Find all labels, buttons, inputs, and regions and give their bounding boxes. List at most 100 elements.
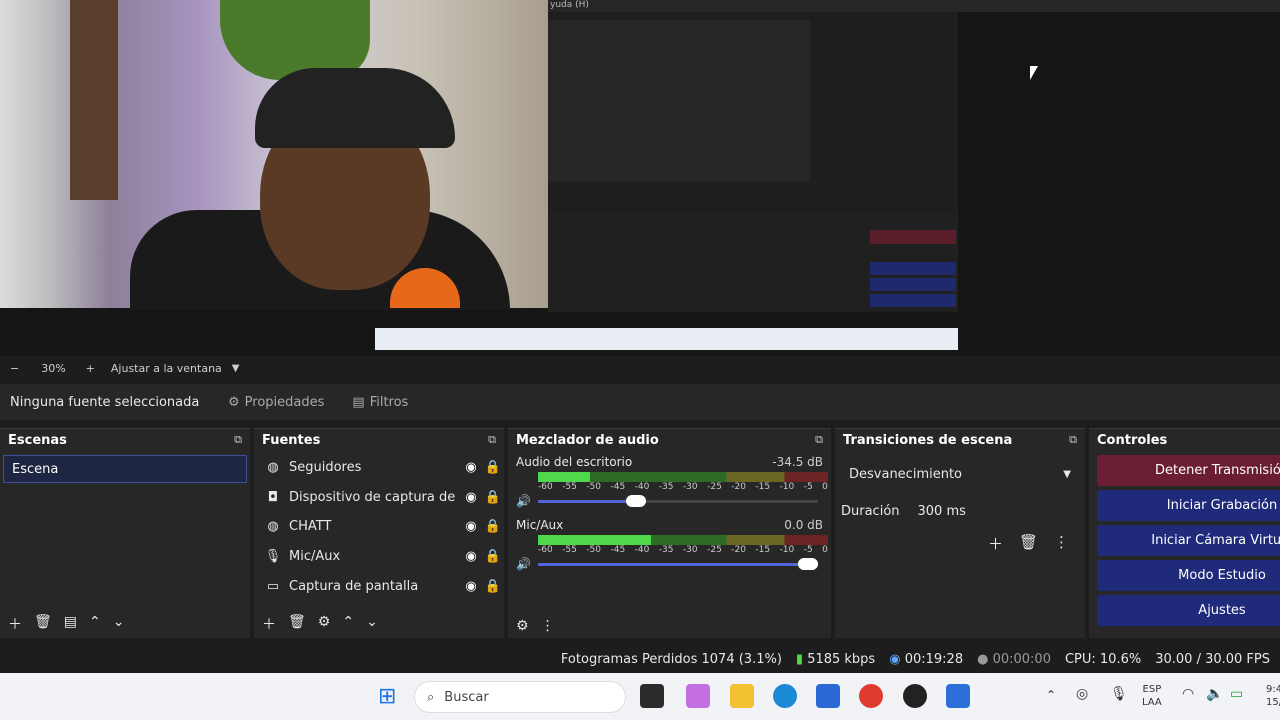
- trash-icon[interactable]: 🗑: [288, 614, 306, 634]
- eye-icon[interactable]: ◉: [460, 460, 482, 475]
- dropped-frames: Fotogramas Perdidos 1074 (3.1%): [560, 651, 782, 667]
- source-name: Mic/Aux: [289, 549, 341, 565]
- eye-icon[interactable]: ◉: [460, 490, 482, 505]
- zoom-in-button[interactable]: +: [86, 362, 95, 375]
- microphone-icon[interactable]: 🎙: [1110, 686, 1128, 702]
- chevron-up-icon[interactable]: ⌃: [342, 614, 354, 634]
- undock-icon[interactable]: ⧉: [1069, 433, 1077, 447]
- source-name: CHATT: [289, 519, 332, 535]
- network-icon[interactable]: ◎: [1076, 686, 1088, 702]
- source-row[interactable]: ◍ CHATT ◉ 🔒: [254, 512, 504, 542]
- eye-icon[interactable]: ◉: [460, 519, 482, 534]
- taskbar-search[interactable]: ⌕ Buscar: [414, 681, 626, 713]
- fps-status: 30.00 / 30.00 FPS: [1155, 651, 1270, 667]
- lock-icon[interactable]: 🔒: [482, 460, 504, 475]
- lock-icon[interactable]: 🔒: [482, 519, 504, 534]
- volume-knob[interactable]: [626, 494, 647, 507]
- sources-dock: Fuentes ⧉ ◍ Seguidores ◉ 🔒 ◘ Dispositivo de c…: [254, 428, 504, 638]
- filter-icon[interactable]: ▤: [64, 614, 77, 634]
- volume-slider[interactable]: [538, 557, 818, 570]
- volume-knob[interactable]: [798, 557, 818, 570]
- zoom-dropdown-icon[interactable]: ▼: [232, 363, 240, 374]
- source-row[interactable]: ◍ Seguidores ◉ 🔒: [254, 453, 504, 483]
- captured-menu-bar: yuda (H): [548, 0, 1280, 12]
- kebab-menu-icon[interactable]: ⋮: [1054, 533, 1069, 554]
- eye-icon[interactable]: ◉: [460, 549, 482, 564]
- chevron-up-icon[interactable]: ⌃: [1046, 688, 1056, 702]
- chevron-up-icon[interactable]: ⌃: [89, 614, 101, 634]
- scene-item[interactable]: Escena: [3, 455, 247, 483]
- eye-icon[interactable]: ◉: [460, 579, 482, 594]
- undock-icon[interactable]: ⧉: [234, 433, 242, 447]
- scenes-dock: Escenas ⧉ Escena ＋ 🗑 ▤ ⌃ ⌄: [0, 428, 250, 638]
- store-icon[interactable]: [816, 684, 840, 708]
- stream-time: ◉ 00:19:28: [889, 652, 963, 667]
- windows-start-icon[interactable]: ⊞: [378, 684, 396, 709]
- zoom-out-button[interactable]: −: [10, 362, 19, 375]
- settings-button[interactable]: Ajustes: [1097, 595, 1280, 626]
- chevron-down-icon[interactable]: ⌄: [366, 614, 378, 634]
- battery-icon[interactable]: ▭: [1230, 686, 1243, 702]
- start-virtual-camera-button[interactable]: Iniciar Cámara Virtual: [1097, 525, 1280, 556]
- mixer-settings-icon[interactable]: ⚙: [516, 618, 529, 634]
- volume-icon[interactable]: 🔈: [1206, 686, 1223, 702]
- speaker-icon[interactable]: 🔊: [516, 557, 538, 571]
- meter-tick-label: -5: [803, 545, 813, 555]
- source-row[interactable]: 🎙 Mic/Aux ◉ 🔒: [254, 542, 504, 572]
- source-toolbar: Ninguna fuente seleccionada ⚙ Propiedade…: [0, 384, 1280, 420]
- filters-button[interactable]: ▤ Filtros: [342, 389, 418, 416]
- clock-date: 15/: [1266, 697, 1280, 708]
- lock-icon[interactable]: 🔒: [482, 579, 504, 594]
- studio-mode-button[interactable]: Modo Estudio: [1097, 560, 1280, 591]
- lock-icon[interactable]: 🔒: [482, 549, 504, 564]
- gear-icon[interactable]: ⚙: [318, 614, 331, 634]
- chrome-icon[interactable]: [859, 684, 883, 708]
- source-row[interactable]: ▭ Captura de pantalla ◉ 🔒: [254, 571, 504, 601]
- language-indicator[interactable]: ESP LAA: [1142, 683, 1162, 709]
- meter-tick-label: -20: [731, 545, 746, 555]
- meter-tick-label: -60: [538, 482, 553, 492]
- scene-transitions-dock: Transiciones de escena ⧉ Desvanecimiento ▼…: [835, 428, 1085, 638]
- captured-control-button: [870, 278, 956, 291]
- gear-icon: ⚙: [228, 394, 240, 410]
- channel-name: Audio del escritorio: [516, 455, 633, 469]
- globe-icon: ◍: [267, 460, 279, 476]
- copilot-icon[interactable]: [686, 684, 710, 708]
- speaker-icon[interactable]: 🔊: [516, 494, 538, 508]
- obs-icon[interactable]: [903, 684, 927, 708]
- taskview-icon[interactable]: [640, 684, 664, 708]
- properties-button[interactable]: ⚙ Propiedades: [218, 389, 334, 416]
- kebab-menu-icon[interactable]: ⋮: [541, 618, 555, 634]
- start-recording-button[interactable]: Iniciar Grabación: [1097, 490, 1280, 521]
- transition-select[interactable]: Desvanecimiento ▼: [841, 459, 1079, 489]
- app-icon[interactable]: [946, 684, 970, 708]
- duration-input[interactable]: 300 ms: [909, 497, 1080, 525]
- undock-icon[interactable]: ⧉: [488, 433, 496, 447]
- lock-icon[interactable]: 🔒: [482, 490, 504, 505]
- add-source-icon[interactable]: ＋: [262, 614, 276, 634]
- controls-dock: Controles Detener Transmisión Iniciar Gr…: [1089, 428, 1280, 638]
- volume-slider[interactable]: [538, 494, 818, 507]
- wifi-icon[interactable]: ◠: [1182, 686, 1194, 702]
- add-transition-icon[interactable]: ＋: [988, 533, 1003, 554]
- meter-tick-label: -15: [755, 482, 771, 492]
- clock[interactable]: 9:41 15/: [1266, 683, 1280, 709]
- add-scene-icon[interactable]: ＋: [8, 614, 22, 634]
- chevron-down-icon[interactable]: ⌄: [113, 614, 125, 634]
- fit-window-button[interactable]: Ajustar a la ventana: [111, 362, 222, 375]
- meter-tick-label: 0: [822, 482, 828, 492]
- rec-time: ● 00:00:00: [977, 652, 1051, 667]
- edge-icon[interactable]: [773, 684, 797, 708]
- source-row[interactable]: ◘ Dispositivo de captura de video◉🔒: [254, 483, 504, 513]
- meter-tick-label: -55: [562, 545, 577, 555]
- file-explorer-icon[interactable]: [730, 684, 754, 708]
- bitrate-value: 5185 kbps: [807, 651, 876, 667]
- stop-streaming-button[interactable]: Detener Transmisión: [1097, 455, 1280, 486]
- captured-nested-preview: [548, 20, 810, 182]
- webcam-person-cap: [255, 68, 455, 148]
- trash-icon[interactable]: 🗑: [34, 614, 52, 634]
- trash-icon[interactable]: 🗑: [1019, 533, 1038, 554]
- undock-icon[interactable]: ⧉: [815, 433, 823, 447]
- source-name: Dispositivo de captura de video: [289, 489, 460, 505]
- meter-tick-label: -20: [731, 482, 746, 492]
